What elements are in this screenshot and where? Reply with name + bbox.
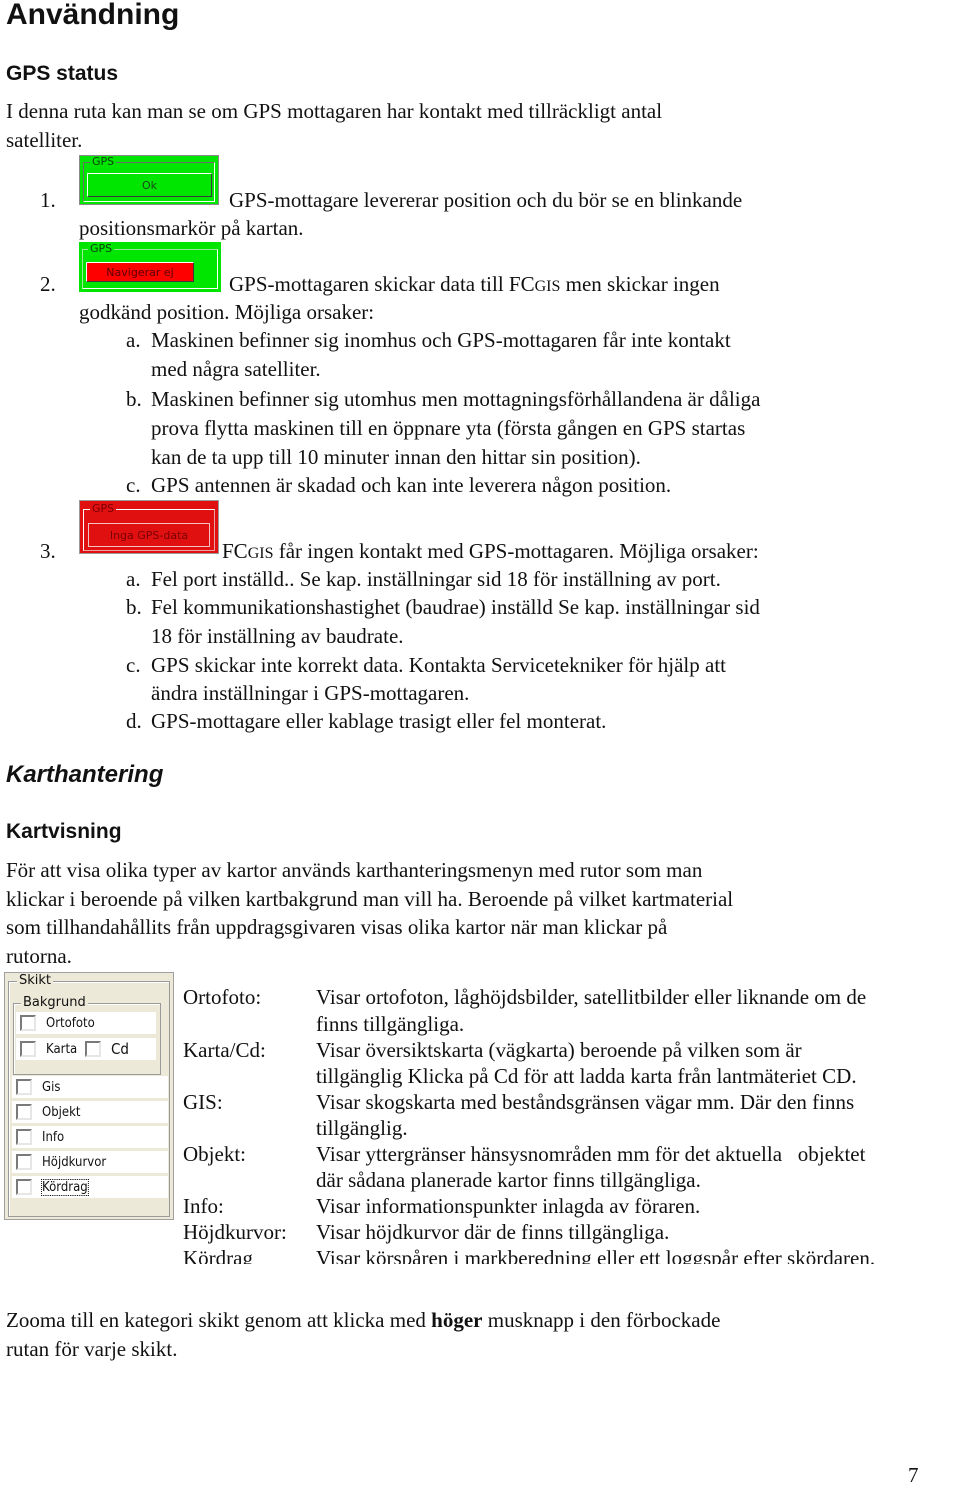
zoom-note-line1: Zooma till en kategori skikt genom att k…	[6, 1308, 721, 1332]
info-checkbox[interactable]	[16, 1129, 32, 1145]
def-term-ortofoto: Ortofoto:	[183, 985, 262, 1009]
page-title: Användning	[6, 0, 180, 31]
gps-intro-line1: I denna ruta kan man se om GPS mottagare…	[6, 99, 663, 123]
karthantering-heading: Karthantering	[6, 761, 164, 788]
item-1-line1: GPS-mottagare levererar position och du …	[229, 188, 743, 212]
karta-label: Karta	[46, 1041, 78, 1057]
item-3c-line1: GPS skickar inte korrekt data. Kontakta …	[151, 653, 726, 677]
info-label: Info	[42, 1129, 65, 1145]
def-term-gis: GIS:	[183, 1090, 223, 1114]
gps-status-heading: GPS status	[6, 62, 119, 85]
gps-intro-line2: satelliter.	[6, 128, 83, 152]
kartvisning-para-line2: klickar i beroende på vilken kartbakgrun…	[6, 887, 734, 911]
item-2b-line1: Maskinen befinner sig utomhus men mottag…	[151, 387, 761, 411]
gis-label: Gis	[42, 1079, 61, 1095]
gis-checkbox[interactable]	[16, 1079, 32, 1095]
item-3d-line1: GPS-mottagare eller kablage trasigt elle…	[151, 709, 607, 733]
def-objekt-line2: där sådana planerade kartor finns tillgä…	[316, 1168, 701, 1192]
checkbox-row-ortofoto[interactable]: Ortofoto	[16, 1012, 156, 1034]
item-3d-letter: d.	[126, 709, 142, 733]
item-2-line1: GPS-mottagaren skickar data till FCGIS m…	[229, 272, 720, 296]
item-1-number: 1.	[40, 188, 56, 212]
def-gis-line2: tillgänglig.	[316, 1116, 408, 1140]
item-2-number: 2.	[40, 272, 56, 296]
kordrag-checkbox[interactable]	[16, 1179, 32, 1195]
objekt-label: Objekt	[42, 1104, 81, 1120]
gps-widget-legend: GPS	[90, 502, 117, 515]
karta-checkbox[interactable]	[20, 1041, 36, 1057]
def-karta-line1: Visar översiktskarta (vägkarta) beroende…	[316, 1038, 802, 1062]
checkbox-row-hojdkurvor[interactable]: Höjdkurvor	[12, 1151, 168, 1173]
kartvisning-para-line1: För att visa olika typer av kartor använ…	[6, 858, 703, 882]
page-number: 7	[908, 1463, 919, 1487]
item-2-line2: godkänd position. Möjliga orsaker:	[79, 300, 375, 324]
item-2a-letter: a.	[126, 328, 141, 352]
gps-status-inga-data-button[interactable]: Inga GPS-data	[88, 523, 210, 547]
kartvisning-heading: Kartvisning	[6, 820, 122, 843]
skikt-panel: Skikt Bakgrund Ortofoto Karta Cd Gis Obj…	[4, 972, 174, 1220]
item-2a-line2: med några satelliter.	[151, 357, 321, 381]
item-2a-line1: Maskinen befinner sig inomhus och GPS-mo…	[151, 328, 731, 352]
checkbox-row-kordrag[interactable]: Kördrag	[12, 1176, 168, 1198]
gps-status-navigerar-ej-button[interactable]: Navigerar ej	[86, 262, 194, 282]
item-3c-line2: ändra inställningar i GPS-mottagaren.	[151, 681, 470, 705]
hojdkurvor-label: Höjdkurvor	[42, 1154, 107, 1170]
hojdkurvor-checkbox[interactable]	[16, 1154, 32, 1170]
gps-status-ok-button[interactable]: Ok	[87, 173, 212, 197]
gps-status-widget-inga-data: GPS Inga GPS-data	[79, 500, 219, 554]
bakgrund-legend: Bakgrund	[21, 995, 88, 1010]
item-3b-line2: 18 för inställning av baudrate.	[151, 624, 404, 648]
item-3a-line1: Fel port inställd.. Se kap. inställninga…	[151, 567, 721, 591]
zoom-note-line2: rutan för varje skikt.	[6, 1337, 178, 1361]
def-term-kordrag: Kördrag	[183, 1246, 253, 1264]
def-term-hojdkurvor: Höjdkurvor:	[183, 1220, 287, 1244]
item-3-line1: FCGIS får ingen kontakt med GPS-mottagar…	[222, 539, 759, 563]
gps-status-widget-navigerar-ej: GPS Navigerar ej	[79, 242, 221, 292]
cd-label: Cd	[110, 1040, 129, 1058]
item-3c-letter: c.	[126, 653, 141, 677]
gps-status-widget-ok: GPS Ok	[79, 155, 219, 205]
kordrag-label: Kördrag	[41, 1178, 89, 1196]
item-3-number: 3.	[40, 539, 56, 563]
checkbox-row-karta[interactable]: Karta Cd	[16, 1038, 156, 1060]
def-info-line1: Visar informationspunkter inlagda av för…	[316, 1194, 701, 1218]
def-term-info: Info:	[183, 1194, 224, 1218]
kartvisning-para-line4: rutorna.	[6, 944, 72, 968]
item-3b-letter: b.	[126, 595, 142, 619]
def-objekt-line1: Visar yttergränser hänsysnområden mm för…	[316, 1142, 866, 1166]
def-hojdkurvor-line1: Visar höjdkurvor där de finns tillgängli…	[316, 1220, 670, 1244]
checkbox-row-info[interactable]: Info	[12, 1126, 168, 1148]
item-2b-line3: kan de ta upp till 10 minuter innan den …	[151, 445, 641, 469]
skikt-legend: Skikt	[17, 973, 54, 988]
objekt-checkbox[interactable]	[16, 1104, 32, 1120]
cd-checkbox[interactable]	[84, 1041, 101, 1057]
item-2c-letter: c.	[126, 473, 141, 497]
def-term-karta: Karta/Cd:	[183, 1038, 266, 1062]
checkbox-row-objekt[interactable]: Objekt	[12, 1101, 168, 1123]
kartvisning-para-line3: som tillhandahållits från uppdragsgivare…	[6, 915, 668, 939]
ortofoto-label: Ortofoto	[46, 1015, 95, 1031]
item-2c-line1: GPS antennen är skadad och kan inte leve…	[151, 473, 672, 497]
def-ortofoto-line2: finns tillgängliga.	[316, 1012, 465, 1036]
def-gis-line1: Visar skogskarta med beståndsgränsen väg…	[316, 1090, 855, 1114]
gps-widget-legend: GPS	[88, 242, 115, 255]
item-3a-letter: a.	[126, 567, 141, 591]
item-3b-line1: Fel kommunikationshastighet (baudrae) in…	[151, 595, 760, 619]
def-ortofoto-line1: Visar ortofoton, låghöjdsbilder, satelli…	[316, 985, 867, 1009]
item-2b-line2: prova flytta maskinen till en öppnare yt…	[151, 416, 746, 440]
def-kordrag-clip: Kördrag Visar körspåren i markberedning …	[0, 1244, 960, 1264]
item-2b-letter: b.	[126, 387, 142, 411]
checkbox-row-gis[interactable]: Gis	[12, 1076, 168, 1098]
gps-widget-legend: GPS	[90, 155, 117, 168]
ortofoto-checkbox[interactable]	[20, 1015, 36, 1031]
def-kordrag-line1: Visar körspåren i markberedning eller et…	[316, 1246, 876, 1264]
item-1-line2: positionsmarkör på kartan.	[79, 216, 304, 240]
def-karta-line2: tillgänglig Klicka på Cd för att ladda k…	[316, 1064, 857, 1088]
def-term-objekt: Objekt:	[183, 1142, 246, 1166]
